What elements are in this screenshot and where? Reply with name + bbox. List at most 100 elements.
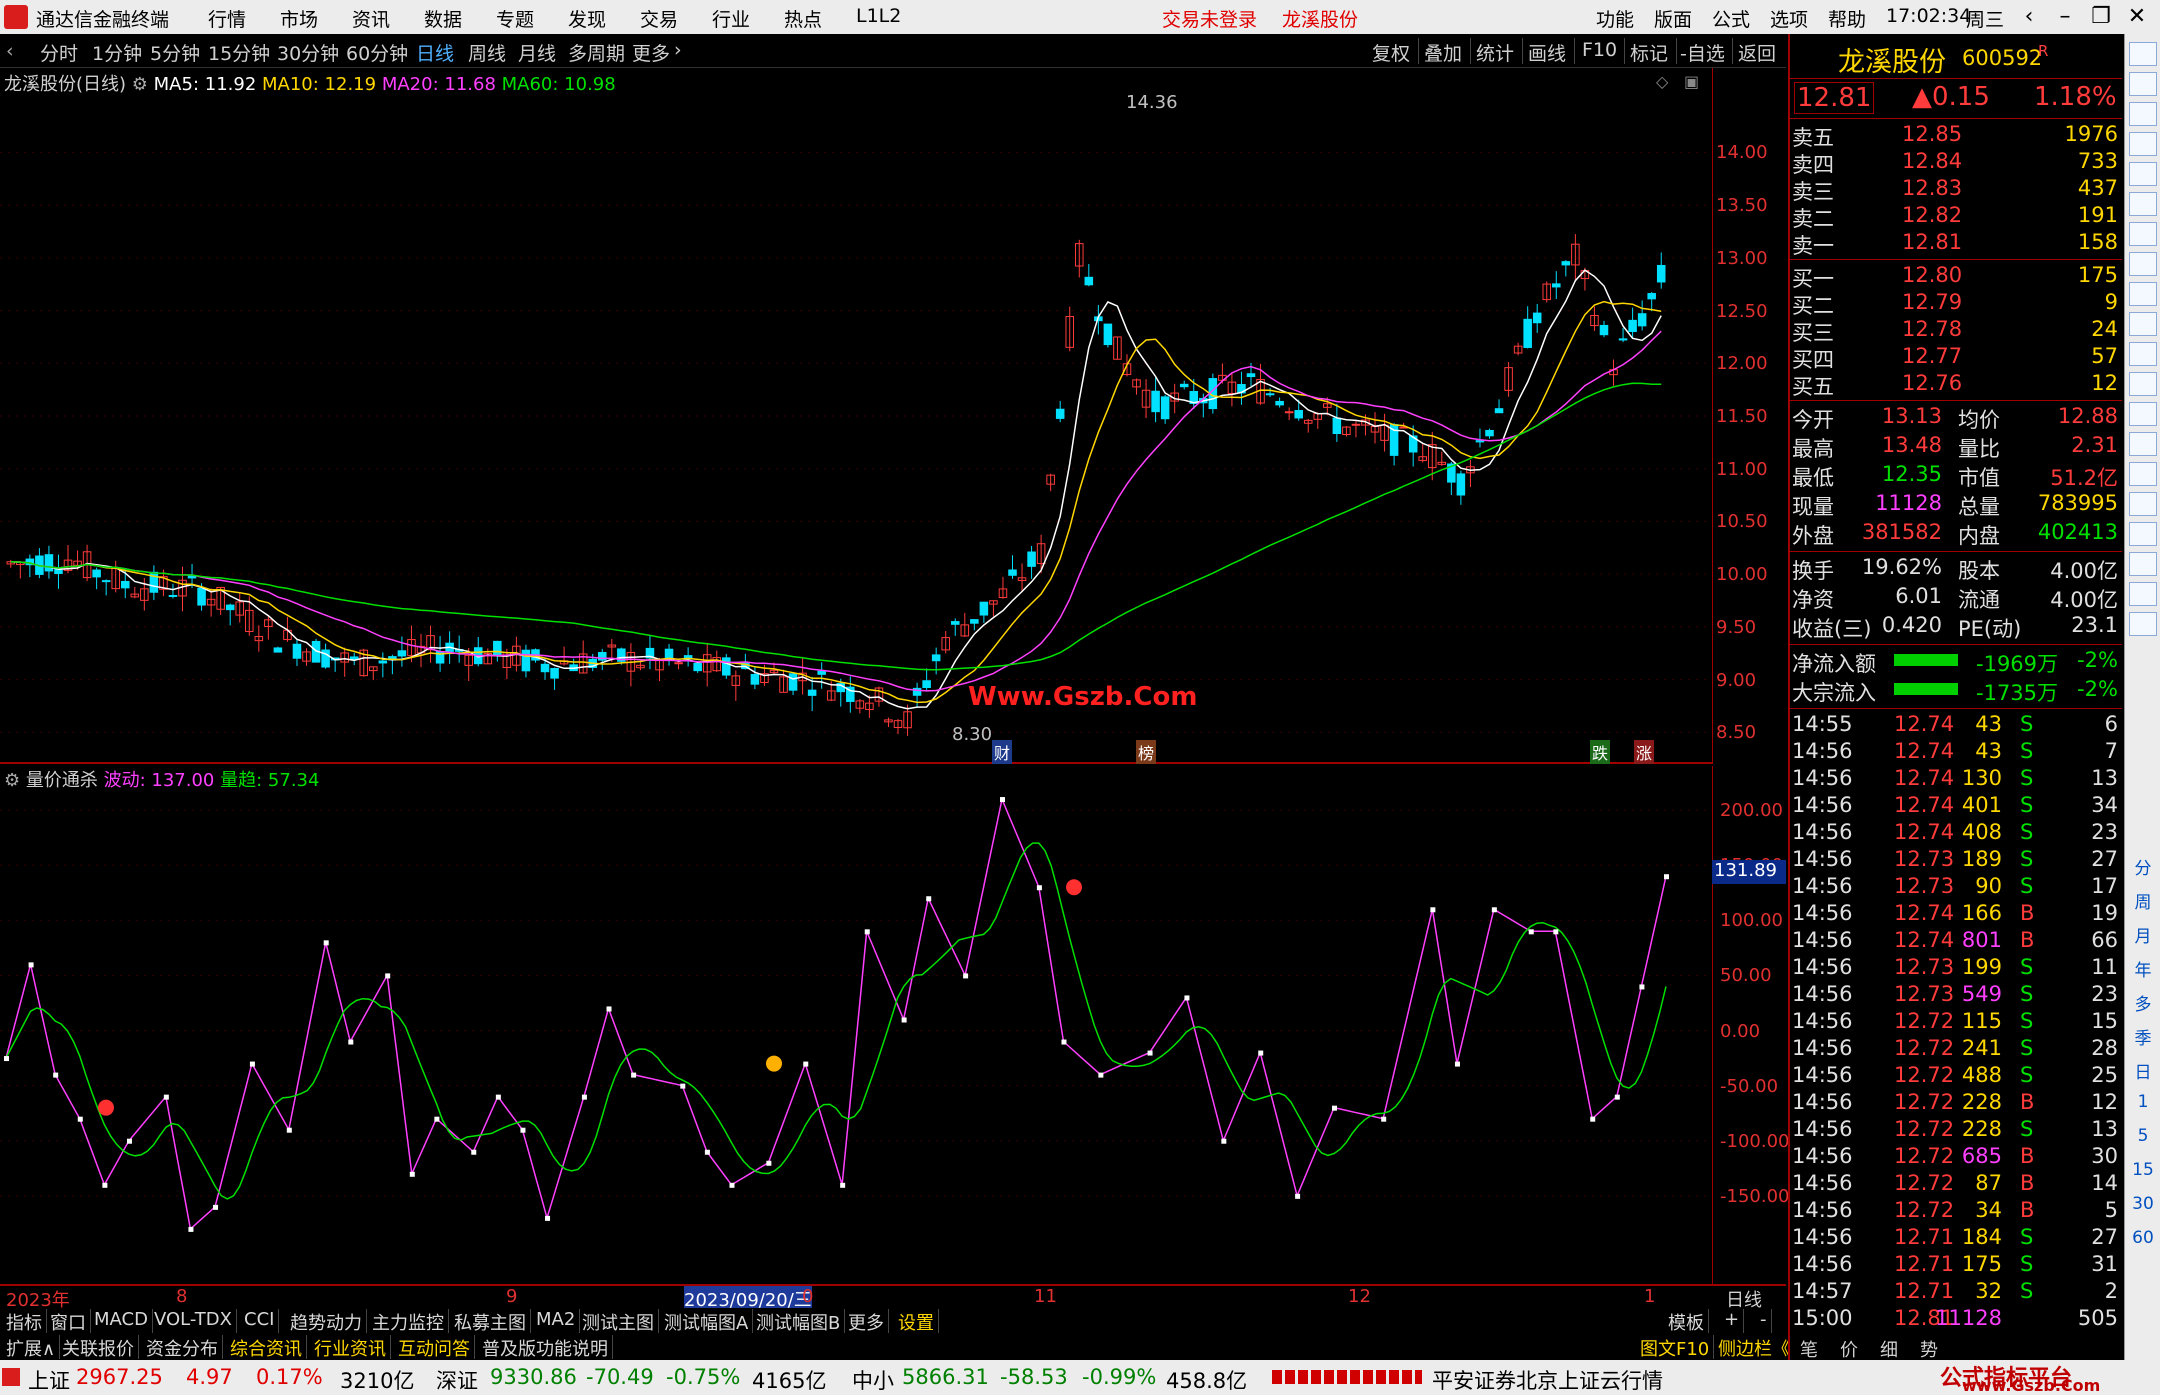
period-1min[interactable]: 1分钟 bbox=[92, 39, 142, 66]
menu-trade[interactable]: 交易 bbox=[640, 5, 678, 32]
sidebar-tool-icon[interactable] bbox=[2129, 402, 2157, 426]
info-tab[interactable]: 资金分布 bbox=[142, 1335, 223, 1360]
info-tab[interactable]: 互动问答 bbox=[394, 1335, 475, 1360]
trade-login-status[interactable]: 交易未登录 bbox=[1162, 5, 1257, 32]
sidebar-tool-icon[interactable] bbox=[2129, 192, 2157, 216]
sh-index-name[interactable]: 上证 bbox=[28, 1365, 70, 1395]
collapse-chevron-icon[interactable]: ‹ bbox=[6, 40, 14, 62]
sidebar-tool-icon[interactable] bbox=[2129, 132, 2157, 156]
sidebar-period[interactable]: 1 bbox=[2129, 1092, 2157, 1112]
bid-price[interactable]: 12.77 bbox=[1902, 344, 1962, 368]
indicator-tab[interactable]: 私募主图 bbox=[450, 1309, 531, 1334]
sidebar-tool-icon[interactable] bbox=[2129, 612, 2157, 636]
indicator-tab[interactable]: MA2 bbox=[532, 1309, 581, 1333]
marker-rank[interactable]: 榜 bbox=[1136, 740, 1157, 764]
menu-layout[interactable]: 版面 bbox=[1654, 5, 1692, 32]
tool-mark[interactable]: 标记 bbox=[1630, 39, 1668, 66]
sidebar-period[interactable]: 分 bbox=[2129, 854, 2157, 879]
indicator-tab[interactable]: MACD bbox=[90, 1309, 153, 1333]
sidebar-tool-icon[interactable] bbox=[2129, 372, 2157, 396]
period-daily[interactable]: 日线 bbox=[416, 39, 454, 66]
indicator-tab[interactable]: 测试幅图A bbox=[660, 1309, 754, 1334]
tool-f10[interactable]: F10 bbox=[1582, 39, 1617, 61]
ask-price[interactable]: 12.85 bbox=[1902, 122, 1962, 146]
indicator-tab[interactable]: 趋势动力 bbox=[286, 1309, 367, 1334]
menu-market[interactable]: 市场 bbox=[280, 5, 318, 32]
ask-price[interactable]: 12.81 bbox=[1902, 230, 1962, 254]
info-tab[interactable]: 行业资讯 bbox=[310, 1335, 391, 1360]
sidebar-tool-icon[interactable] bbox=[2129, 492, 2157, 516]
indicator-tab[interactable]: 指标 bbox=[2, 1309, 47, 1334]
sidebar-period[interactable]: 多 bbox=[2129, 990, 2157, 1015]
sidebar-period[interactable]: 月 bbox=[2129, 922, 2157, 947]
menu-l1l2[interactable]: L1L2 bbox=[856, 5, 901, 27]
tab-tool[interactable]: + bbox=[1720, 1309, 1745, 1333]
sidebar-tool-icon[interactable] bbox=[2129, 462, 2157, 486]
tool-draw[interactable]: 画线 bbox=[1528, 39, 1566, 66]
bid-price[interactable]: 12.76 bbox=[1902, 371, 1962, 395]
indicator-tab[interactable]: 设置 bbox=[894, 1309, 939, 1334]
sidebar-tool-icon[interactable] bbox=[2129, 342, 2157, 366]
tool-watchlist[interactable]: -自选 bbox=[1680, 39, 1725, 66]
sidebar-period[interactable]: 30 bbox=[2129, 1194, 2157, 1214]
menu-help[interactable]: 帮助 bbox=[1828, 5, 1866, 32]
menu-news[interactable]: 资讯 bbox=[352, 5, 390, 32]
info-tab[interactable]: 关联报价 bbox=[58, 1335, 139, 1360]
sidebar-tool-icon[interactable] bbox=[2129, 252, 2157, 276]
sidebar-period[interactable]: 年 bbox=[2129, 956, 2157, 981]
indicator-settings-icon[interactable]: ⚙ bbox=[4, 770, 20, 791]
sz-index-name[interactable]: 深证 bbox=[436, 1365, 478, 1395]
period-monthly[interactable]: 月线 bbox=[518, 39, 556, 66]
indicator-chart[interactable] bbox=[0, 766, 1712, 1284]
bid-price[interactable]: 12.78 bbox=[1902, 317, 1962, 341]
detail-tab[interactable]: 价 bbox=[1840, 1336, 1858, 1362]
sidebar-tool-icon[interactable] bbox=[2129, 102, 2157, 126]
period-multi[interactable]: 多周期 bbox=[568, 39, 625, 66]
period-5min[interactable]: 5分钟 bbox=[150, 39, 200, 66]
menu-data[interactable]: 数据 bbox=[424, 5, 462, 32]
zx-index-name[interactable]: 中小 bbox=[852, 1365, 894, 1395]
sidebar-period[interactable]: 5 bbox=[2129, 1126, 2157, 1146]
sidebar-tool-icon[interactable] bbox=[2129, 162, 2157, 186]
bid-price[interactable]: 12.80 bbox=[1902, 263, 1962, 287]
chart-settings-icon[interactable]: ⚙ bbox=[132, 74, 148, 95]
menu-industry[interactable]: 行业 bbox=[712, 5, 750, 32]
sidebar-period[interactable]: 季 bbox=[2129, 1024, 2157, 1049]
sidebar-tool-icon[interactable] bbox=[2129, 42, 2157, 66]
menu-function[interactable]: 功能 bbox=[1596, 5, 1634, 32]
kline-chart-pane[interactable]: 龙溪股份(日线) ⚙ MA5: 11.92 MA10: 12.19 MA20: … bbox=[0, 68, 1712, 764]
indicator-pane[interactable]: ⚙ 量价通杀 波动: 137.00 量趋: 57.34 bbox=[0, 766, 1712, 1284]
marker-limit-down[interactable]: 跌 bbox=[1590, 740, 1611, 764]
menu-discover[interactable]: 发现 bbox=[568, 5, 606, 32]
info-tab[interactable]: 普及版功能说明 bbox=[478, 1335, 613, 1360]
back-arrow-icon[interactable]: ‹ bbox=[2012, 2, 2046, 32]
period-weekly[interactable]: 周线 bbox=[468, 39, 506, 66]
marker-limit-up[interactable]: 涨 bbox=[1634, 740, 1655, 764]
diamond-icon[interactable]: ◇ bbox=[1656, 72, 1668, 91]
more-chevron-icon[interactable]: › bbox=[674, 39, 682, 61]
ask-price[interactable]: 12.84 bbox=[1902, 149, 1962, 173]
menu-hot[interactable]: 热点 bbox=[784, 5, 822, 32]
menu-formula[interactable]: 公式 bbox=[1712, 5, 1750, 32]
sidebar-period[interactable]: 周 bbox=[2129, 888, 2157, 913]
indicator-tab[interactable]: CCI bbox=[240, 1309, 280, 1333]
ask-price[interactable]: 12.82 bbox=[1902, 203, 1962, 227]
marker-finance[interactable]: 财 bbox=[992, 740, 1013, 764]
period-more[interactable]: 更多 bbox=[632, 39, 670, 66]
side-tab[interactable]: 侧边栏《 bbox=[1714, 1335, 1795, 1360]
sidebar-tool-icon[interactable] bbox=[2129, 72, 2157, 96]
tab-tool[interactable]: - bbox=[1756, 1309, 1772, 1333]
period-30min[interactable]: 30分钟 bbox=[277, 39, 339, 66]
bid-price[interactable]: 12.79 bbox=[1902, 290, 1962, 314]
sidebar-tool-icon[interactable] bbox=[2129, 222, 2157, 246]
indicator-tab[interactable]: 窗口 bbox=[46, 1309, 91, 1334]
info-tab[interactable]: 综合资讯 bbox=[226, 1335, 307, 1360]
indicator-tab[interactable]: VOL-TDX bbox=[150, 1309, 237, 1333]
tool-stats[interactable]: 统计 bbox=[1476, 39, 1514, 66]
detail-tab[interactable]: 势 bbox=[1920, 1336, 1938, 1362]
pane-max-icon[interactable]: ▣ bbox=[1684, 72, 1699, 91]
sidebar-period[interactable]: 日 bbox=[2129, 1058, 2157, 1083]
period-fenshi[interactable]: 分时 bbox=[40, 39, 78, 66]
kline-chart[interactable] bbox=[0, 68, 1712, 764]
tool-back[interactable]: 返回 bbox=[1738, 39, 1776, 66]
